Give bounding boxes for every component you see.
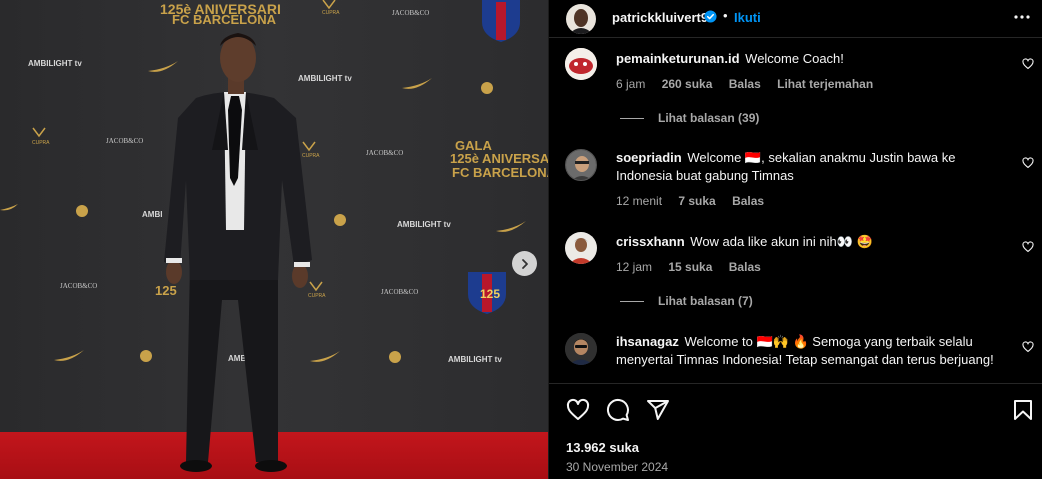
heart-icon[interactable] [566,398,590,422]
post-photo: 125è ANIVERSARI FC BARCELONA GALA 125è A… [0,0,548,479]
svg-text:JACOB&CO: JACOB&CO [381,288,418,296]
comments-list[interactable]: pemainketurunan.id Welcome Coach! 6 jam … [549,39,1042,383]
comment-likes[interactable]: 7 suka [678,194,715,208]
commenter-avatar[interactable] [565,333,597,365]
heart-icon[interactable] [1022,341,1034,353]
post-header: patrickkluivert9 • Ikuti [549,0,1042,38]
backdrop-jacobco: JACOB&CO [392,9,429,17]
author-username[interactable]: patrickkluivert9 [612,10,708,25]
reply-button[interactable]: Balas [732,194,764,208]
svg-text:AMBI: AMBI [142,210,162,219]
svg-text:JACOB&CO: JACOB&CO [60,282,97,290]
reply-button[interactable]: Balas [729,260,761,274]
svg-text:CUPRA: CUPRA [322,10,340,16]
backdrop-ambilight: AMBILIGHT tv [28,59,82,68]
author-avatar[interactable] [566,4,596,34]
commenter-avatar[interactable] [565,149,597,181]
backdrop-aniversari-2: 125è ANIVERSARI [450,151,548,166]
next-image-button[interactable] [512,251,537,276]
chevron-right-icon [521,258,528,269]
bookmark-icon[interactable] [1011,398,1035,422]
comment-time: 12 jam [616,260,653,274]
post-media[interactable]: 125è ANIVERSARI FC BARCELONA GALA 125è A… [0,0,548,479]
commenter-avatar[interactable] [565,48,597,80]
post-date: 30 November 2024 [566,460,669,474]
separator-dot: • [723,8,728,23]
likes-count[interactable]: 13.962 suka [566,440,639,455]
backdrop-fcbarcelona: FC BARCELONA [172,12,277,27]
backdrop-fcbarcelona-2: FC BARCELONA [452,165,548,180]
backdrop-cupra: CUPRA [32,140,50,146]
comment-username[interactable]: pemainketurunan.id [616,51,740,66]
svg-text:JACOB&CO: JACOB&CO [366,149,403,157]
svg-text:AMBILIGHT tv: AMBILIGHT tv [397,220,451,229]
reply-button[interactable]: Balas [729,77,761,91]
post-actions: 13.962 suka 30 November 2024 [549,383,1042,479]
commenter-avatar[interactable] [565,232,597,264]
heart-icon[interactable] [1022,241,1034,253]
comment-text: Welcome Coach! [745,51,844,66]
svg-text:125: 125 [155,283,177,298]
comment-username[interactable]: soepriadin [616,150,682,165]
svg-text:AMBILIGHT tv: AMBILIGHT tv [448,355,502,364]
see-translation-button[interactable]: Lihat terjemahan [777,77,873,91]
comment-username[interactable]: ihsanagaz [616,334,679,349]
svg-text:CUPRA: CUPRA [302,153,320,159]
comment-likes[interactable]: 260 suka [662,77,713,91]
comment-text: Wow ada like akun ini nih👀 🤩 [690,234,873,249]
comment-username[interactable]: crissxhann [616,234,685,249]
comment-icon[interactable] [606,398,630,422]
heart-icon[interactable] [1022,157,1034,169]
verified-badge-icon [704,10,717,23]
view-replies-button[interactable]: Lihat balasan (39) [620,111,759,125]
more-options-icon[interactable] [1013,8,1031,26]
share-icon[interactable] [646,398,670,422]
view-replies-button[interactable]: Lihat balasan (7) [620,294,753,308]
heart-icon[interactable] [1022,58,1034,70]
comment-time: 12 menit [616,194,663,208]
svg-text:125: 125 [480,287,500,301]
comment-likes[interactable]: 15 suka [668,260,712,274]
follow-button[interactable]: Ikuti [734,10,761,25]
comment-time: 6 jam [616,77,646,91]
svg-text:JACOB&CO: JACOB&CO [106,137,143,145]
svg-text:CUPRA: CUPRA [308,293,326,299]
svg-text:AMBILIGHT tv: AMBILIGHT tv [298,74,352,83]
post-details-panel: patrickkluivert9 • Ikuti pemainketurunan… [548,0,1042,479]
